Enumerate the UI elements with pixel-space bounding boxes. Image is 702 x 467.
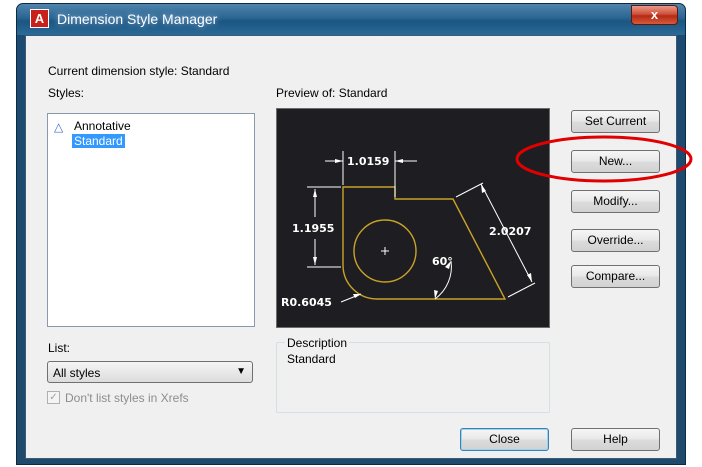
dimension-preview: 1.0159 1.1955 2.0207 60° R0.6045 (276, 108, 550, 328)
styles-label: Styles: (48, 86, 85, 100)
compare-button[interactable]: Compare... (571, 265, 660, 288)
new-button[interactable]: New... (571, 150, 660, 173)
stage: A Dimension Style Manager x Current dime… (0, 0, 702, 467)
preview-label: Preview of: Standard (276, 86, 388, 100)
description-legend: Description (285, 336, 350, 350)
dim-left-height: 1.1955 (292, 222, 334, 235)
styles-listbox[interactable]: △ Annotative Standard (47, 113, 255, 327)
override-button[interactable]: Override... (571, 229, 660, 252)
list-label: List: (48, 341, 71, 355)
list-filter-value: All styles (53, 366, 101, 380)
current-style-label: Current dimension style: Standard (48, 64, 230, 78)
window-title: Dimension Style Manager (57, 11, 218, 27)
chevron-down-icon: ▼ (236, 366, 246, 377)
window-close-button[interactable]: x (631, 5, 678, 25)
dialog-window: A Dimension Style Manager x Current dime… (16, 3, 686, 465)
dim-top-width: 1.0159 (347, 155, 389, 168)
dim-angle: 60° (432, 255, 453, 268)
dim-diagonal: 2.0207 (489, 225, 531, 238)
style-item-annotative[interactable]: Annotative (74, 119, 131, 133)
preview-drawing: 1.0159 1.1955 2.0207 60° R0.6045 (281, 151, 536, 309)
title-bar[interactable]: A Dimension Style Manager x (17, 4, 685, 35)
set-current-button[interactable]: Set Current (571, 110, 660, 133)
list-filter-dropdown[interactable]: All styles ▼ (47, 361, 253, 383)
annotative-icon: △ (54, 120, 64, 134)
xrefs-checkbox[interactable]: ✓ (47, 391, 60, 404)
autocad-app-icon: A (30, 9, 49, 28)
xrefs-checkbox-label: Don't list styles in Xrefs (65, 391, 189, 405)
dialog-client-area: Current dimension style: Standard Styles… (25, 35, 677, 459)
description-group: Description Standard (276, 336, 550, 413)
help-button[interactable]: Help (571, 428, 660, 451)
part-outline (342, 186, 507, 300)
style-item-standard[interactable]: Standard (72, 134, 125, 148)
modify-button[interactable]: Modify... (571, 190, 660, 213)
dim-radius: R0.6045 (281, 296, 332, 309)
description-text: Standard (287, 352, 336, 366)
close-button[interactable]: Close (460, 428, 549, 451)
